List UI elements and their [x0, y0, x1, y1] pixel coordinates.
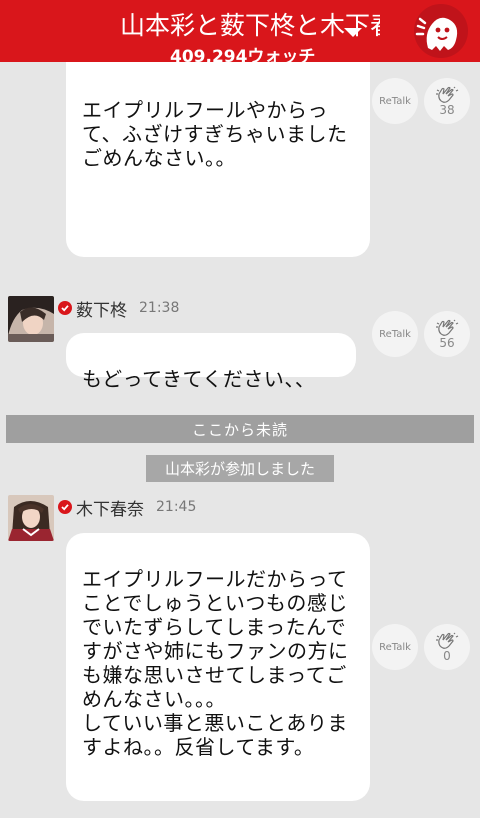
retalk-label: ReTalk	[379, 328, 411, 340]
room-title[interactable]: 山本彩と薮下柊と木下春奈	[120, 6, 380, 42]
retalk-button[interactable]: ReTalk	[372, 624, 418, 670]
clap-button[interactable]: 0	[424, 624, 470, 670]
watch-count: 409,294ウォッチ	[170, 47, 316, 62]
verified-check-icon	[58, 301, 72, 315]
retalk-label: ReTalk	[379, 641, 411, 653]
chevron-down-icon[interactable]	[344, 28, 362, 37]
clap-icon	[436, 319, 459, 336]
system-notice: 山本彩が参加しました	[146, 455, 334, 482]
clap-icon	[436, 86, 459, 103]
retalk-button[interactable]: ReTalk	[372, 311, 418, 357]
avatar[interactable]	[8, 296, 54, 342]
sender-name[interactable]: 木下春奈	[76, 495, 144, 520]
message-bubble[interactable]: エイプリルフールやからって、ふざけすぎちゃいました ごめんなさい。。	[66, 40, 370, 257]
clap-icon	[436, 632, 459, 649]
message-time: 21:38	[139, 300, 180, 316]
avatar[interactable]	[8, 495, 54, 541]
clap-count: 0	[443, 648, 451, 663]
message-bubble[interactable]: エイプリルフールだからってことでしゅうといつもの感じでいたずらしてしまったんです…	[66, 533, 370, 801]
header-bar: 山本彩と薮下柊と木下春奈 409,294ウォッチ	[0, 0, 480, 62]
sender-row: 薮下柊 21:38	[58, 296, 180, 321]
ghost-logo-icon[interactable]	[414, 4, 468, 58]
verified-check-icon	[58, 500, 72, 514]
unread-divider: ここから未読	[6, 415, 474, 443]
sender-name[interactable]: 薮下柊	[76, 296, 127, 321]
sender-row: 木下春奈 21:45	[58, 495, 197, 520]
message-time: 21:45	[156, 499, 197, 515]
clap-count: 56	[439, 335, 455, 350]
retalk-label: ReTalk	[379, 95, 411, 107]
retalk-button[interactable]: ReTalk	[372, 78, 418, 124]
clap-count: 38	[439, 102, 455, 117]
clap-button[interactable]: 38	[424, 78, 470, 124]
message-text: エイプリルフールだからってことでしゅうといつもの感じでいたずらしてしまったんです…	[82, 567, 349, 759]
message-bubble[interactable]: もどってきてください、、	[66, 333, 356, 391]
message-text: エイプリルフールやからって、ふざけすぎちゃいました ごめんなさい。。	[82, 98, 348, 170]
message-text: もどってきてください、、	[82, 367, 316, 391]
clap-button[interactable]: 56	[424, 311, 470, 357]
